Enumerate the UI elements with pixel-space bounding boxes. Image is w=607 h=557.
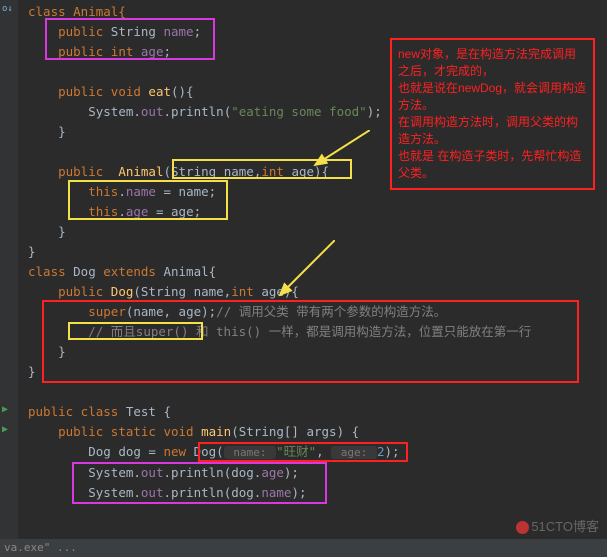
field: age bbox=[141, 44, 164, 59]
brace: } bbox=[58, 344, 66, 359]
watermark: 51CTO博客 bbox=[516, 516, 599, 535]
punct: ); bbox=[291, 485, 306, 500]
keyword: int bbox=[231, 284, 261, 299]
code: System. bbox=[88, 465, 141, 480]
punct: ; bbox=[194, 24, 202, 39]
type: String bbox=[103, 24, 163, 39]
brace: } bbox=[58, 124, 66, 139]
field: name bbox=[163, 24, 193, 39]
keyword: public static void bbox=[58, 424, 201, 439]
brace: } bbox=[28, 224, 66, 239]
param-hint: name: bbox=[224, 446, 276, 459]
keyword: public bbox=[58, 24, 103, 39]
code: System. bbox=[88, 485, 141, 500]
punct: . bbox=[118, 204, 126, 219]
punct: ); bbox=[384, 444, 399, 459]
param: age bbox=[291, 164, 314, 179]
punct: ); bbox=[284, 465, 299, 480]
code: System. bbox=[88, 104, 141, 119]
keyword: class bbox=[28, 264, 73, 279]
annotation-line: 也就是说在newDog，就会调用构造方法。 bbox=[398, 80, 587, 114]
param: name bbox=[224, 164, 254, 179]
keyword: public class bbox=[28, 404, 126, 419]
keyword: public bbox=[58, 284, 111, 299]
code: .println(dog. bbox=[163, 485, 261, 500]
params: (String[] args) { bbox=[231, 424, 359, 439]
class: Test bbox=[126, 404, 164, 419]
field: name bbox=[126, 184, 156, 199]
comment: // 而且super() 和 this() 一样，都是调用构造方法，位置只能放在… bbox=[88, 324, 531, 339]
keyword: int bbox=[261, 164, 291, 179]
string: "旺财" bbox=[276, 444, 316, 459]
param-hint: age: bbox=[331, 446, 377, 459]
keyword: public bbox=[58, 164, 118, 179]
code: = age; bbox=[148, 204, 201, 219]
field: out bbox=[141, 104, 164, 119]
punct: , bbox=[316, 444, 331, 459]
brace: } bbox=[28, 244, 36, 259]
field: out bbox=[141, 465, 164, 480]
keyword: new bbox=[163, 444, 193, 459]
code: Dog dog = bbox=[88, 444, 163, 459]
status-text: va.exe" ... bbox=[4, 541, 77, 554]
annotation-line: 也就是 在构造子类时，先帮忙构造父类。 bbox=[398, 148, 587, 182]
status-bar: va.exe" ... bbox=[0, 539, 607, 557]
brace: } bbox=[28, 364, 36, 379]
keyword: this bbox=[88, 184, 118, 199]
keyword: class Animal{ bbox=[28, 4, 126, 19]
punct: . bbox=[118, 184, 126, 199]
punct: (){ bbox=[171, 84, 194, 99]
punct: ; bbox=[163, 44, 171, 59]
class: Animal{ bbox=[163, 264, 216, 279]
code: = name; bbox=[156, 184, 216, 199]
params: age){ bbox=[261, 284, 299, 299]
code: .println(dog. bbox=[163, 465, 261, 480]
constructor: Dog bbox=[111, 284, 134, 299]
keyword: public int bbox=[58, 44, 141, 59]
class: Dog bbox=[73, 264, 103, 279]
annotation-box: new对象，是在构造方法完成调用之后，才完成的， 也就是说在newDog，就会调… bbox=[390, 38, 595, 190]
string: "eating some food" bbox=[231, 104, 366, 119]
brace: { bbox=[163, 404, 171, 419]
watermark-text: 51CTO博客 bbox=[531, 519, 599, 534]
comment: // 调用父类 带有两个参数的构造方法。 bbox=[216, 304, 446, 319]
annotation-line: 在调用构造方法时，调用父类的构造方法。 bbox=[398, 114, 587, 148]
keyword: extends bbox=[103, 264, 163, 279]
params: (String bbox=[163, 164, 223, 179]
constructor: Animal bbox=[118, 164, 163, 179]
keyword: super bbox=[88, 304, 126, 319]
keyword: public void bbox=[58, 84, 148, 99]
field: age bbox=[261, 465, 284, 480]
code: .println( bbox=[163, 104, 231, 119]
code: (name, age); bbox=[126, 304, 216, 319]
punct: ); bbox=[367, 104, 382, 119]
keyword: this bbox=[88, 204, 118, 219]
method: main bbox=[201, 424, 231, 439]
field: out bbox=[141, 485, 164, 500]
method: eat bbox=[148, 84, 171, 99]
field: age bbox=[126, 204, 149, 219]
code: Dog( bbox=[194, 444, 224, 459]
watermark-icon bbox=[516, 521, 529, 534]
annotation-line: new对象，是在构造方法完成调用之后，才完成的， bbox=[398, 46, 587, 80]
field: name bbox=[261, 485, 291, 500]
punct: ){ bbox=[314, 164, 329, 179]
params: (String name, bbox=[133, 284, 231, 299]
